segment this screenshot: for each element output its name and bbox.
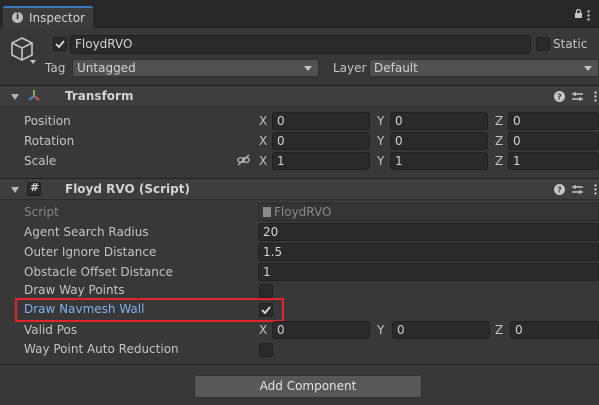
y-axis-label[interactable]: Y [377,134,384,148]
tab-bar: i Inspector [0,0,599,28]
position-label: Position [24,114,71,128]
more-options-icon[interactable] [590,184,599,195]
tag-label: Tag [45,61,66,75]
transform-body: Position X 0 Y 0 Z 0 Rotation X 0 Y 0 Z … [0,112,599,172]
preset-settings-icon[interactable] [572,184,583,195]
obstacle-offset-distance-field[interactable]: 1 [258,263,599,281]
way-point-auto-reduction-label: Way Point Auto Reduction [24,342,179,356]
rotation-label: Rotation [24,134,75,148]
layer-dropdown-value: Default [374,61,418,75]
gameobject-cube-icon[interactable] [10,36,36,64]
tag-dropdown-value: Untagged [77,61,136,75]
add-component-button[interactable]: Add Component [194,375,422,398]
script-hash-icon: # [30,181,40,194]
more-options-icon[interactable] [590,91,599,102]
rotation-y-field[interactable]: 0 [390,132,488,150]
gameobject-name-field[interactable]: FloydRVO [70,35,531,54]
script-reference-value: FloydRVO [274,205,332,219]
x-axis-label[interactable]: X [259,134,267,148]
checkmark-icon [55,40,65,49]
agent-search-radius-field[interactable]: 20 [258,223,599,241]
tag-dropdown[interactable]: Untagged [72,59,319,77]
y-axis-label[interactable]: Y [377,114,384,128]
more-options-icon[interactable] [587,10,590,21]
obstacle-offset-distance-label: Obstacle Offset Distance [24,265,173,279]
static-label: Static [553,37,588,51]
draw-navmesh-wall-label: Draw Navmesh Wall [24,302,145,316]
outer-ignore-distance-label: Outer Ignore Distance [24,245,157,259]
transform-header[interactable]: Transform ? [0,85,599,107]
position-y-field[interactable]: 0 [390,112,488,130]
info-icon: i [12,12,23,23]
script-file-icon [263,207,271,217]
help-icon[interactable]: ? [554,91,565,102]
valid-pos-label: Valid Pos [24,323,78,337]
foldout-caret-icon[interactable] [11,94,19,100]
x-axis-label[interactable]: X [259,154,267,168]
scale-label: Scale [24,154,57,168]
floyd-rvo-body: Script FloydRVO Agent Search Radius 20 O… [0,203,599,363]
gameobject-active-checkbox[interactable] [53,37,67,51]
draw-way-points-checkbox[interactable] [259,284,273,298]
tab-inspector-label: Inspector [29,11,85,25]
svg-text:?: ? [557,93,562,102]
rotation-x-field[interactable]: 0 [272,132,370,150]
preset-settings-icon[interactable] [572,91,583,102]
help-icon[interactable]: ? [554,184,565,195]
script-label: Script [24,205,59,219]
valid-pos-z-field[interactable]: 0 [510,321,599,339]
position-x-field[interactable]: 0 [272,112,370,130]
draw-way-points-label: Draw Way Points [24,283,125,297]
draw-navmesh-wall-checkbox[interactable] [259,303,273,317]
agent-search-radius-label: Agent Search Radius [24,225,149,239]
rotation-z-field[interactable]: 0 [508,132,599,150]
valid-pos-x-field[interactable]: 0 [272,321,370,339]
floyd-rvo-title: Floyd RVO (Script) [65,182,190,196]
static-checkbox[interactable] [536,37,550,51]
layer-label: Layer [333,61,367,75]
z-axis-label[interactable]: Z [495,154,503,168]
component-enabled-checkbox[interactable]: # [27,181,41,196]
transform-title: Transform [65,89,134,103]
outer-ignore-distance-field[interactable]: 1.5 [258,243,599,261]
transform-icon [28,90,40,101]
scale-x-field[interactable]: 1 [272,152,370,170]
z-axis-label[interactable]: Z [495,134,503,148]
y-axis-label[interactable]: Y [377,154,384,168]
valid-pos-y-field[interactable]: 0 [392,321,490,339]
foldout-caret-icon[interactable] [11,187,19,193]
way-point-auto-reduction-checkbox[interactable] [259,343,273,357]
x-axis-label[interactable]: X [259,114,267,128]
position-z-field[interactable]: 0 [508,112,599,130]
chevron-down-icon [304,66,312,71]
chevron-down-icon [584,66,592,71]
script-reference-field: FloydRVO [258,203,599,221]
tab-inspector[interactable]: i Inspector [3,6,93,28]
y-axis-label[interactable]: Y [377,323,384,337]
lock-icon[interactable] [574,9,583,18]
z-axis-label[interactable]: Z [495,114,503,128]
floyd-rvo-header[interactable]: # Floyd RVO (Script) ? [0,178,599,200]
constrain-proportions-icon[interactable] [237,154,250,166]
scale-y-field[interactable]: 1 [390,152,488,170]
z-axis-label[interactable]: Z [495,323,503,337]
component-divider [0,364,599,365]
svg-text:?: ? [557,186,562,195]
scale-z-field[interactable]: 1 [508,152,599,170]
layer-dropdown[interactable]: Default [369,59,599,77]
x-axis-label[interactable]: X [259,323,267,337]
checkmark-icon [261,306,271,315]
